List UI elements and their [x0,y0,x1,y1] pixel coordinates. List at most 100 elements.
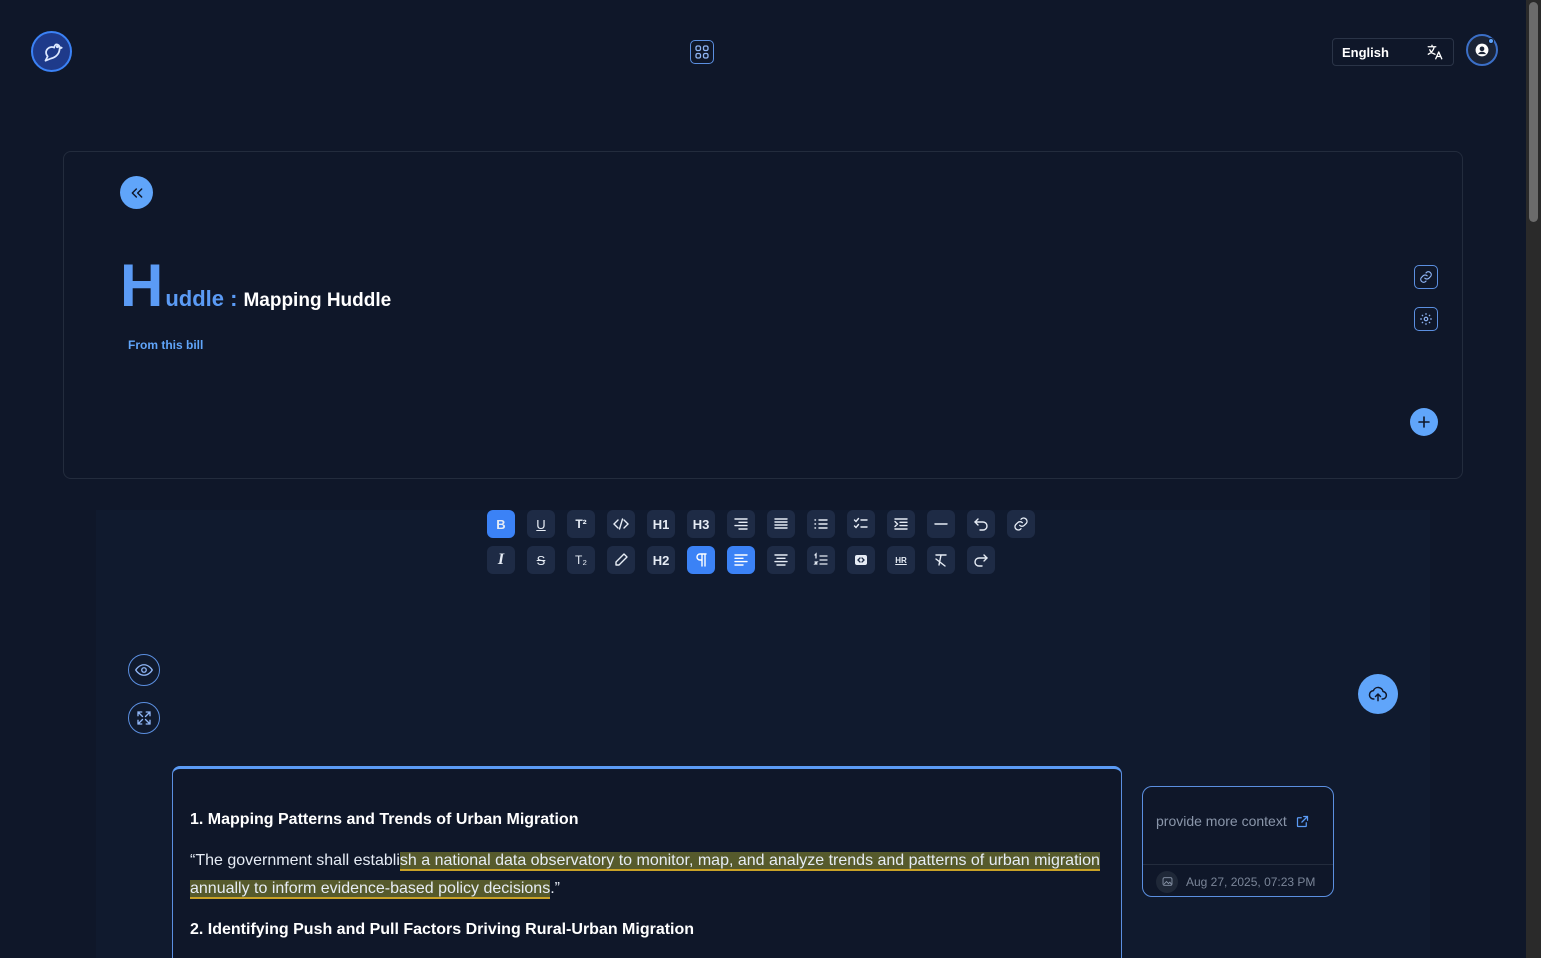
quote-text-after: .” [550,880,560,897]
heading-1-button[interactable]: H1 [647,510,675,538]
add-button[interactable] [1410,408,1438,436]
justify-icon [774,518,788,529]
code-block-icon [855,555,867,565]
subscript-label: T₂ [575,553,587,567]
superscript-label: T² [575,517,587,531]
section-heading-2: 2. Identifying Push and Pull Factors Dri… [190,921,695,938]
image-icon [1162,877,1172,886]
link-icon [1014,517,1028,531]
document-editor[interactable]: 1. Mapping Patterns and Trends of Urban … [172,766,1122,958]
align-left-button[interactable] [727,546,755,574]
task-list-button[interactable] [847,510,875,538]
ordered-list-button[interactable] [807,546,835,574]
cloud-upload-icon [1368,686,1388,702]
section-heading-1: 1. Mapping Patterns and Trends of Urban … [190,811,579,828]
clear-format-icon [935,554,947,567]
comment-thumb [1156,870,1178,893]
clear-format-button[interactable] [927,546,955,574]
title-initial: H [120,252,164,319]
bullet-list-icon [814,519,828,529]
notification-dot [1488,38,1494,44]
expand-icon [137,711,151,725]
align-left-icon [734,554,748,566]
align-right-icon [734,518,748,530]
toolbar-row-2: I S T₂ H2 HR [487,546,995,574]
gear-icon [1420,313,1432,325]
quote-paragraph: “The government shall establish a nation… [190,847,1104,903]
back-button[interactable] [120,176,153,209]
page-title: H uddle : Mapping Huddle [120,256,391,316]
settings-button[interactable] [1414,307,1438,331]
quote-text-before: “The government shall establi [190,852,400,869]
toolbar-row-1: B U T² H1 H3 [487,510,1035,538]
language-label: English [1342,44,1389,60]
plus-icon [1418,416,1430,428]
copy-link-button[interactable] [1414,265,1438,289]
align-right-button[interactable] [727,510,755,538]
indent-icon [894,518,908,530]
external-edit-icon[interactable] [1295,814,1310,829]
app-logo[interactable] [31,31,72,72]
ordered-list-icon [813,552,828,565]
page-scrollbar[interactable] [1526,0,1541,958]
underline-label: U [536,516,546,532]
fullscreen-button[interactable] [128,702,160,734]
apps-menu-button[interactable] [690,40,714,64]
scrollbar-thumb[interactable] [1529,2,1538,222]
italic-label: I [497,551,505,568]
heading-3-button[interactable]: H3 [687,510,715,538]
comment-body: provide more context [1156,813,1310,829]
language-selector[interactable]: English [1332,38,1454,66]
horizontal-rule-button[interactable] [927,510,955,538]
preview-button[interactable] [128,654,160,686]
underline-button[interactable]: U [527,510,555,538]
align-center-button[interactable] [767,546,795,574]
link-icon [1420,271,1432,283]
upload-button[interactable] [1358,674,1398,714]
bold-button[interactable]: B [487,510,515,538]
apps-grid-icon [695,45,709,59]
heading-3-label: H3 [692,516,710,532]
paragraph-button[interactable] [687,546,715,574]
heading-2-button[interactable]: H2 [647,546,675,574]
align-center-icon [774,554,788,566]
insert-link-button[interactable] [1007,510,1035,538]
code-button[interactable] [607,510,635,538]
task-list-icon [853,517,868,529]
hr-button[interactable]: HR [887,546,915,574]
undo-icon [974,518,988,531]
undo-button[interactable] [967,510,995,538]
superscript-button[interactable]: T² [567,510,595,538]
title-rest: uddle : [165,286,238,311]
bullet-list-button[interactable] [807,510,835,538]
user-avatar[interactable] [1466,34,1498,66]
huddle-card: H uddle : Mapping Huddle From this bill [63,151,1463,479]
strikethrough-button[interactable]: S [527,546,555,574]
eye-icon [135,664,153,676]
pencil-icon [615,553,628,566]
user-avatar-icon [1475,43,1489,57]
strikethrough-label: S [536,552,546,568]
huddle-subtitle: Mapping Huddle [243,290,392,311]
bold-label: B [496,516,506,532]
horizontal-rule-icon [934,523,948,525]
paragraph-icon [696,553,707,567]
comment-footer: Aug 27, 2025, 07:23 PM [1143,864,1333,896]
italic-button[interactable]: I [487,546,515,574]
redo-button[interactable] [967,546,995,574]
heading-1-label: H1 [652,516,670,532]
code-icon [613,518,629,530]
redo-icon [974,554,988,567]
from-bill-link[interactable]: From this bill [128,338,203,352]
hr-label: HR [895,555,907,565]
bird-logo-icon [44,43,63,62]
translate-icon [1427,44,1443,60]
highlight-button[interactable] [607,546,635,574]
comment-card[interactable]: provide more context Aug 27, 2025, 07:23… [1142,786,1334,897]
comment-text: provide more context [1156,813,1287,829]
comment-timestamp: Aug 27, 2025, 07:23 PM [1186,874,1316,889]
justify-button[interactable] [767,510,795,538]
indent-button[interactable] [887,510,915,538]
subscript-button[interactable]: T₂ [567,546,595,574]
code-block-button[interactable] [847,546,875,574]
